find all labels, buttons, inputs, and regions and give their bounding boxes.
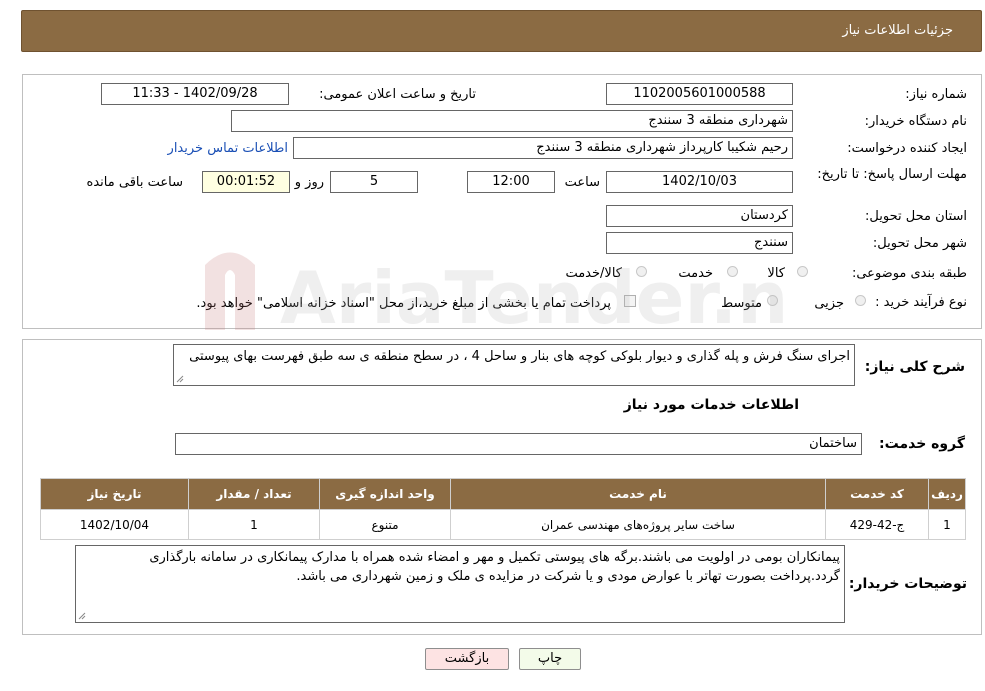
buyer-notes-label: توضیحات خریدار: xyxy=(848,576,967,592)
col-service-code: کد خدمت xyxy=(825,478,929,510)
treasury-bonds-checkbox[interactable] xyxy=(624,295,636,307)
category-radio-goods[interactable] xyxy=(797,266,808,277)
print-button[interactable]: چاپ xyxy=(519,648,581,670)
description-label: شرح کلی نیاز: xyxy=(864,359,965,375)
back-button[interactable]: بازگشت xyxy=(425,648,509,670)
buyer-notes-text: پیمانکاران بومی در اولویت می باشند.برگه … xyxy=(149,550,840,584)
col-need-date: تاریخ نیاز xyxy=(40,478,189,510)
treasury-bonds-text: پرداخت تمام یا بخشی از مبلغ خرید،از محل … xyxy=(196,296,611,311)
service-group-field[interactable]: ساختمان xyxy=(175,433,862,455)
buyer-org-field[interactable]: شهرداری منطقه 3 سنندج xyxy=(231,110,793,132)
remaining-time-label: ساعت باقی مانده xyxy=(86,175,183,190)
category-option-goods-service: کالا/خدمت xyxy=(565,266,622,281)
col-unit: واحد اندازه گیری xyxy=(319,478,451,510)
service-group-label: گروه خدمت: xyxy=(879,436,965,452)
city-field[interactable]: سنندج xyxy=(606,232,793,254)
description-text: اجرای سنگ فرش و پله گذاری و دیوار بلوکی … xyxy=(189,349,850,364)
category-option-service: خدمت xyxy=(678,266,713,281)
services-table: ردیف کد خدمت نام خدمت واحد اندازه گیری ت… xyxy=(40,478,966,540)
remaining-time-field: 00:01:52 xyxy=(202,171,290,193)
resize-grip-icon[interactable] xyxy=(78,612,86,620)
province-field[interactable]: کردستان xyxy=(606,205,793,227)
cell-service-code: ج-42-429 xyxy=(825,509,929,540)
services-section-title: اطلاعات خدمات مورد نیاز xyxy=(623,397,799,413)
category-label: طبقه بندی موضوعی: xyxy=(851,266,967,281)
deadline-time-label: ساعت xyxy=(564,175,600,190)
process-option-minor: جزیی xyxy=(814,296,844,311)
buyer-notes-textarea[interactable]: پیمانکاران بومی در اولویت می باشند.برگه … xyxy=(75,545,845,623)
category-radio-goods-service[interactable] xyxy=(636,266,647,277)
need-number-label: شماره نیاز: xyxy=(905,87,967,102)
resize-grip-icon[interactable] xyxy=(176,375,184,383)
page-header: جزئیات اطلاعات نیاز xyxy=(21,10,982,52)
category-option-goods: کالا xyxy=(767,266,785,281)
table-header-row: ردیف کد خدمت نام خدمت واحد اندازه گیری ت… xyxy=(40,478,966,510)
remaining-days-field[interactable]: 5 xyxy=(330,171,418,193)
deadline-date-field[interactable]: 1402/10/03 xyxy=(606,171,793,193)
days-label: روز و xyxy=(294,175,324,190)
col-quantity: تعداد / مقدار xyxy=(188,478,320,510)
col-service-name: نام خدمت xyxy=(450,478,826,510)
description-textarea[interactable]: اجرای سنگ فرش و پله گذاری و دیوار بلوکی … xyxy=(173,344,855,386)
process-radio-medium[interactable] xyxy=(767,295,778,306)
col-row-number: ردیف xyxy=(928,478,966,510)
process-option-medium: متوسط xyxy=(721,296,762,311)
city-label: شهر محل تحویل: xyxy=(872,236,967,251)
announce-datetime-field[interactable]: 1402/09/28 - 11:33 xyxy=(101,83,289,105)
cell-service-name: ساخت سایر پروژه‌های مهندسی عمران xyxy=(450,509,826,540)
requester-label: ایجاد کننده درخواست: xyxy=(847,141,967,156)
need-number-field[interactable]: 1102005601000588 xyxy=(606,83,793,105)
deadline-label: مهلت ارسال پاسخ: تا تاریخ: xyxy=(817,167,967,182)
cell-quantity: 1 xyxy=(188,509,320,540)
cell-need-date: 1402/10/04 xyxy=(40,509,189,540)
cell-unit: متنوع xyxy=(319,509,451,540)
cell-row-number: 1 xyxy=(928,509,966,540)
page-title: جزئیات اطلاعات نیاز xyxy=(842,23,953,38)
table-row[interactable]: 1 ج-42-429 ساخت سایر پروژه‌های مهندسی عم… xyxy=(40,509,966,540)
process-radio-minor[interactable] xyxy=(855,295,866,306)
buyer-org-label: نام دستگاه خریدار: xyxy=(864,114,967,129)
province-label: استان محل تحویل: xyxy=(865,209,967,224)
deadline-time-field[interactable]: 12:00 xyxy=(467,171,555,193)
announce-datetime-label: تاریخ و ساعت اعلان عمومی: xyxy=(319,87,476,102)
purchase-process-label: نوع فرآیند خرید : xyxy=(875,295,967,310)
requester-field[interactable]: رحیم شکیبا کارپرداز شهرداری منطقه 3 سنند… xyxy=(293,137,793,159)
category-radio-service[interactable] xyxy=(727,266,738,277)
buyer-contact-link[interactable]: اطلاعات تماس خریدار xyxy=(168,141,288,156)
